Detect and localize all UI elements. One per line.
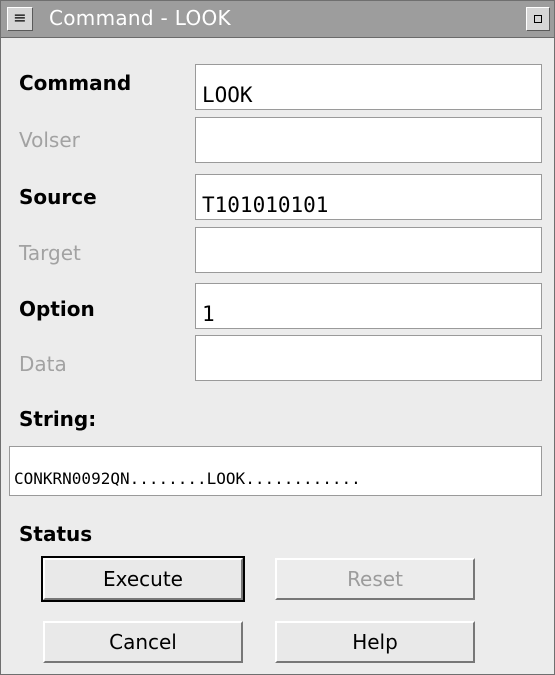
source-field[interactable]: T101010101 [195,174,542,220]
help-button[interactable]: Help [275,621,475,663]
title-bar[interactable]: ≡ Command - LOOK [1,1,554,38]
execute-button[interactable]: Execute [41,556,245,602]
command-label: Command [19,71,132,95]
window-title: Command - LOOK [49,6,231,30]
option-label: Option [19,297,95,321]
minimize-icon [534,15,542,23]
cancel-button[interactable]: Cancel [43,621,243,663]
option-field[interactable]: 1 [195,283,542,329]
string-output: CONKRN0092QN........LOOK............ [9,446,542,496]
data-field [195,335,542,381]
system-menu-icon[interactable]: ≡ [7,7,33,31]
status-label: Status [19,522,93,546]
target-label: Target [19,241,81,265]
command-field[interactable]: LOOK [195,64,542,110]
volser-label: Volser [19,128,80,152]
minimize-button[interactable] [526,7,550,31]
source-label: Source [19,185,97,209]
command-dialog: ≡ Command - LOOK Command LOOK Volser Sou… [0,0,555,675]
target-field [195,227,542,273]
volser-field [195,117,542,163]
reset-button: Reset [275,558,475,600]
string-label: String: [19,407,97,431]
data-label: Data [19,352,67,376]
